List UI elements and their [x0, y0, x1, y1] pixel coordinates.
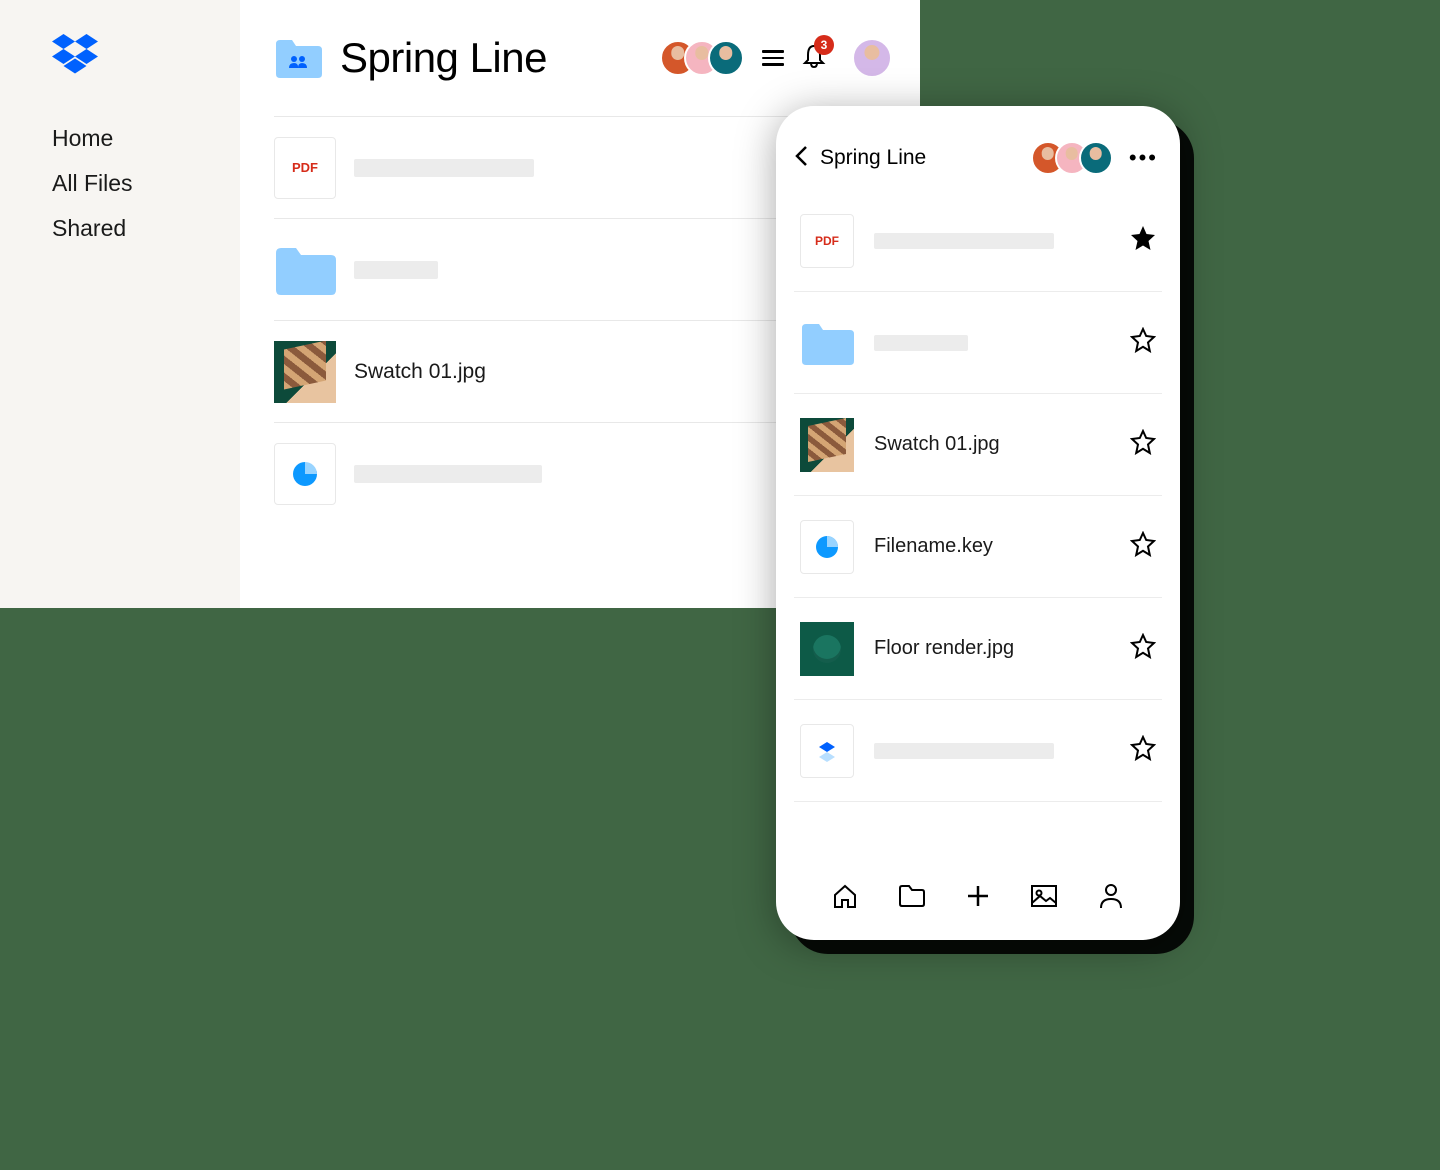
file-row[interactable]: Floor render.jpg — [794, 598, 1162, 700]
dropbox-file-icon — [800, 724, 854, 778]
dropbox-logo-icon — [52, 34, 240, 79]
collaborator-avatars[interactable] — [660, 40, 744, 76]
sidebar-item-shared[interactable]: Shared — [52, 215, 240, 242]
avatar — [708, 40, 744, 76]
tab-create[interactable] — [958, 876, 998, 916]
star-button[interactable] — [1130, 327, 1156, 358]
plus-icon — [965, 883, 991, 909]
image-thumbnail — [800, 622, 854, 676]
tab-home[interactable] — [825, 876, 865, 916]
folder-outline-icon — [898, 884, 926, 908]
mobile-header: Spring Line ••• — [794, 126, 1162, 190]
file-name-placeholder — [354, 465, 842, 483]
star-button[interactable] — [1130, 225, 1156, 256]
star-button[interactable] — [1130, 429, 1156, 460]
star-outline-icon — [1130, 735, 1156, 761]
file-name-placeholder — [874, 233, 1110, 249]
tab-account[interactable] — [1091, 876, 1131, 916]
menu-icon[interactable] — [762, 50, 784, 66]
file-name: Filename.key — [874, 535, 1110, 558]
file-name: Swatch 01.jpg — [874, 433, 1110, 456]
star-outline-icon — [1130, 633, 1156, 659]
mobile-device: Spring Line ••• PDF — [776, 106, 1180, 940]
presentation-icon — [274, 443, 336, 505]
star-button[interactable] — [1130, 531, 1156, 562]
sidebar-item-home[interactable]: Home — [52, 125, 240, 152]
file-name: Floor render.jpg — [874, 637, 1110, 660]
shared-folder-icon — [274, 38, 322, 78]
tab-photos[interactable] — [1024, 876, 1064, 916]
chevron-left-icon — [794, 145, 808, 167]
tab-files[interactable] — [892, 876, 932, 916]
file-name-placeholder — [874, 335, 1110, 351]
file-name-placeholder — [354, 159, 802, 177]
page-header: Spring Line 3 — [274, 0, 892, 116]
mobile-file-list: PDF Swatch 01.jpg — [794, 190, 1162, 860]
sidebar: Home All Files Shared — [0, 0, 240, 608]
image-thumbnail — [274, 341, 336, 403]
image-icon — [1030, 884, 1058, 908]
pdf-icon: PDF — [800, 214, 854, 268]
presentation-icon — [800, 520, 854, 574]
sidebar-item-all-files[interactable]: All Files — [52, 170, 240, 197]
file-row[interactable] — [794, 700, 1162, 802]
star-outline-icon — [1130, 429, 1156, 455]
file-name-placeholder — [354, 261, 842, 279]
folder-icon — [800, 316, 854, 370]
file-row[interactable]: Swatch 01.jpg — [794, 394, 1162, 496]
more-options-button[interactable]: ••• — [1125, 145, 1162, 171]
file-name-placeholder — [874, 743, 1110, 759]
file-row[interactable]: Filename.key — [794, 496, 1162, 598]
folder-icon — [274, 239, 336, 301]
avatar — [1079, 141, 1113, 175]
notification-badge: 3 — [814, 35, 834, 55]
mobile-tabbar — [794, 860, 1162, 940]
person-icon — [1099, 883, 1123, 909]
star-button[interactable] — [1130, 735, 1156, 766]
file-row[interactable] — [794, 292, 1162, 394]
home-icon — [831, 882, 859, 910]
star-outline-icon — [1130, 327, 1156, 353]
star-outline-icon — [1130, 531, 1156, 557]
file-row[interactable]: PDF — [794, 190, 1162, 292]
pdf-icon: PDF — [274, 137, 336, 199]
star-button[interactable] — [1130, 633, 1156, 664]
mobile-collaborators[interactable] — [1031, 141, 1113, 175]
image-thumbnail — [800, 418, 854, 472]
star-filled-icon — [1130, 225, 1156, 251]
mobile-title: Spring Line — [820, 146, 1019, 170]
back-button[interactable] — [794, 145, 808, 172]
page-title: Spring Line — [340, 34, 642, 82]
account-avatar[interactable] — [852, 38, 892, 78]
notifications-button[interactable]: 3 — [802, 43, 826, 74]
